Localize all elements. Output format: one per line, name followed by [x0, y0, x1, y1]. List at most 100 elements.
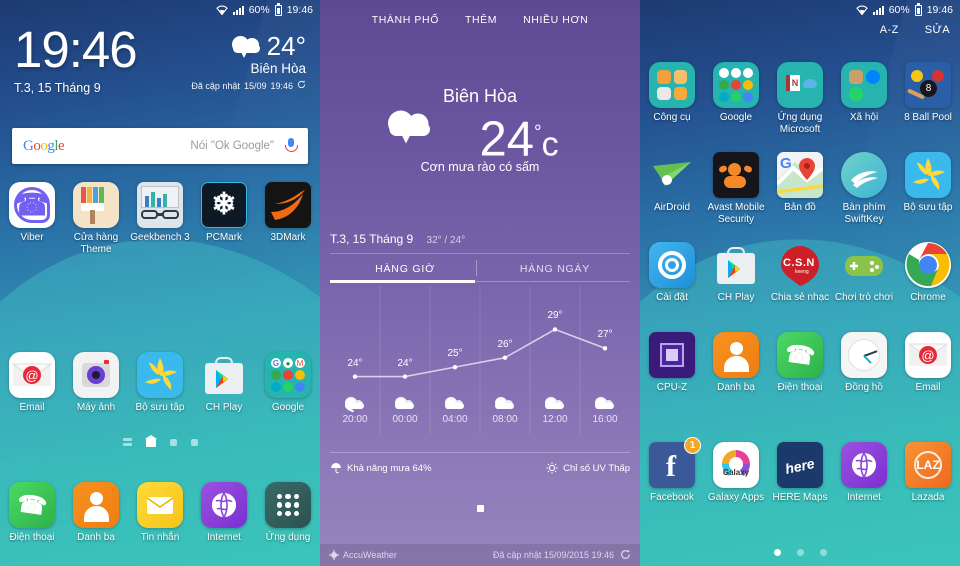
drawer-app-airdroid[interactable]: AirDroid: [640, 152, 704, 225]
drawer-app-gallery[interactable]: Bộ sưu tập: [896, 152, 960, 225]
home-page-indicator[interactable]: [0, 435, 320, 447]
weather-page-indicator[interactable]: [320, 505, 640, 512]
notification-badge: 1: [684, 437, 701, 454]
dock-phone[interactable]: ☎ Điện thoại: [0, 482, 64, 544]
drawer-app-email[interactable]: @ Email: [896, 332, 960, 394]
microsoft-folder-icon: N: [777, 62, 823, 108]
drawer-app-here-maps[interactable]: here HERE Maps: [768, 442, 832, 504]
drawer-app-avast[interactable]: Avast Mobile Security: [704, 152, 768, 225]
app-label: PCMark: [205, 232, 243, 243]
app-label: Điện thoại: [9, 532, 55, 543]
email-icon: @: [905, 332, 951, 378]
drawer-app-settings[interactable]: Cài đặt: [640, 242, 704, 304]
drawer-app-internet[interactable]: Internet: [832, 442, 896, 504]
page-dot[interactable]: [169, 439, 177, 446]
menu-add[interactable]: THÊM: [465, 14, 497, 26]
app-label: Máy ảnh: [76, 402, 116, 413]
drawer-app-cpuz[interactable]: CPU-Z: [640, 332, 704, 394]
menu-cities[interactable]: THÀNH PHỐ: [372, 14, 439, 26]
accuweather-brand: AccuWeather: [329, 550, 397, 560]
dock-messages[interactable]: Tin nhắn: [128, 482, 192, 544]
tools-folder-icon: [649, 62, 695, 108]
chart-point-label: 25°: [447, 348, 463, 360]
hourly-forecast-chart[interactable]: 24° 20:00 24° 00:00 25° 04:00 26° 08:00 29°: [330, 286, 630, 434]
app-label: Cửa hàng Theme: [73, 232, 119, 255]
drawer-app-chrome[interactable]: Chrome: [896, 242, 960, 304]
drawer-app-phone[interactable]: ☎ Điện thoại: [768, 332, 832, 394]
drawer-app-lazada[interactable]: LAZ Lazada: [896, 442, 960, 504]
app-play-store[interactable]: CH Play: [192, 352, 256, 414]
tab-hourly[interactable]: HÀNG GIỜ: [330, 258, 480, 282]
camera-icon: [73, 352, 119, 398]
drawer-app-clock[interactable]: Đồng hồ: [832, 332, 896, 394]
status-clock: 19:46: [926, 4, 953, 16]
weather-date-row: T.3, 15 Tháng 9 32° / 24°: [330, 232, 465, 246]
drawer-page-indicator[interactable]: [640, 549, 960, 556]
chart-weather-icon: [494, 396, 516, 411]
drawer-app-play-store[interactable]: CH Play: [704, 242, 768, 304]
messages-icon: [137, 482, 183, 528]
refresh-icon[interactable]: [297, 80, 306, 91]
home-page-icon[interactable]: [144, 435, 157, 447]
drawer-app-google-folder[interactable]: Google: [704, 62, 768, 135]
page-dot[interactable]: [190, 439, 198, 446]
drawer-app-contacts[interactable]: Danh bạ: [704, 332, 768, 394]
sort-az-button[interactable]: A-Z: [880, 24, 899, 36]
page-dot-active[interactable]: [773, 549, 781, 556]
drawer-app-swiftkey[interactable]: Bàn phím SwiftKey: [832, 152, 896, 225]
status-clock: 19:46: [286, 4, 313, 16]
app-gallery[interactable]: Bộ sưu tập: [128, 352, 192, 414]
tab-daily[interactable]: HÀNG NGÀY: [480, 258, 630, 282]
app-geekbench[interactable]: Geekbench 3: [128, 182, 192, 255]
dock-internet[interactable]: Internet: [192, 482, 256, 544]
drawer-app-tools-folder[interactable]: Công cụ: [640, 62, 704, 135]
chart-point-label: 26°: [497, 338, 513, 350]
updated-time: 19:46: [270, 80, 293, 91]
weather-background: [320, 0, 640, 566]
briefing-page-icon[interactable]: [123, 439, 132, 447]
phone-icon: ☎: [9, 482, 55, 528]
gallery-icon: [905, 152, 951, 198]
drawer-app-social-folder[interactable]: Xã hội: [832, 62, 896, 135]
app-label: Xã hội: [849, 112, 879, 123]
tab-active-underline: [330, 280, 475, 283]
drawer-app-facebook[interactable]: f 1 Facebook: [640, 437, 704, 504]
page-dot[interactable]: [796, 549, 804, 556]
app-3dmark[interactable]: 3DMark: [256, 182, 320, 255]
refresh-icon[interactable]: [620, 549, 631, 562]
drawer-app-galaxy-apps[interactable]: Galaxy Galaxy Apps: [704, 442, 768, 504]
drawer-app-google-maps[interactable]: G Bản đồ: [768, 152, 832, 225]
app-label: Chia sẻ nhạc: [770, 292, 830, 303]
app-viber[interactable]: ☎ Viber: [0, 182, 64, 255]
menu-more[interactable]: NHIỀU HƠN: [523, 14, 588, 26]
app-label: Bộ sưu tập: [903, 202, 953, 213]
app-email[interactable]: @ Email: [0, 352, 64, 414]
drawer-app-csn-music[interactable]: C.S.N keeng Chia sẻ nhạc: [768, 242, 832, 304]
weather-extra-info: Khả năng mưa 64% Chỉ số UV Thấp: [330, 462, 630, 474]
app-pcmark[interactable]: ❄ PCMark: [192, 182, 256, 255]
home-app-row-1: ☎ Viber Cửa hàng Theme Geekbench 3 ❄ PCM…: [0, 182, 320, 255]
app-theme-store[interactable]: Cửa hàng Theme: [64, 182, 128, 255]
app-label: Geekbench 3: [130, 232, 190, 243]
battery-icon: [914, 2, 922, 16]
app-label: Bộ sưu tập: [135, 402, 185, 413]
drawer-app-8-ball-pool[interactable]: 8 8 Ball Pool: [896, 62, 960, 135]
folder-google[interactable]: G ● M Google: [256, 352, 320, 414]
mic-icon[interactable]: [284, 138, 298, 154]
drawer-app-play-games[interactable]: Chơi trò chơi: [832, 242, 896, 304]
app-label: Google: [271, 402, 305, 413]
drawer-app-row-3: Cài đặt CH Play C.S.N keeng Chia sẻ nhạc Chơi…: [640, 242, 960, 304]
home-app-row-2: @ Email Máy ảnh Bộ sưu tập CH Play G ● M…: [0, 352, 320, 414]
app-label: Bản đồ: [784, 202, 816, 213]
edit-button[interactable]: SỬA: [925, 24, 950, 36]
dock-apps[interactable]: Ứng dụng: [256, 482, 320, 544]
dock-contacts[interactable]: Danh bạ: [64, 482, 128, 544]
chart-point-label: 29°: [547, 310, 563, 322]
clock-weather-widget[interactable]: 19:46 T.3, 15 Tháng 9 24° Biên Hòa Đã cậ…: [0, 22, 320, 96]
app-camera[interactable]: Máy ảnh: [64, 352, 128, 414]
google-search-bar[interactable]: Google Nói "Ok Google": [12, 128, 308, 164]
page-dot[interactable]: [819, 549, 827, 556]
drawer-app-microsoft-folder[interactable]: N Ứng dụng Microsoft: [768, 62, 832, 135]
page-dot[interactable]: [476, 505, 484, 512]
weather-tabs: HÀNG GIỜ HÀNG NGÀY: [330, 258, 630, 282]
